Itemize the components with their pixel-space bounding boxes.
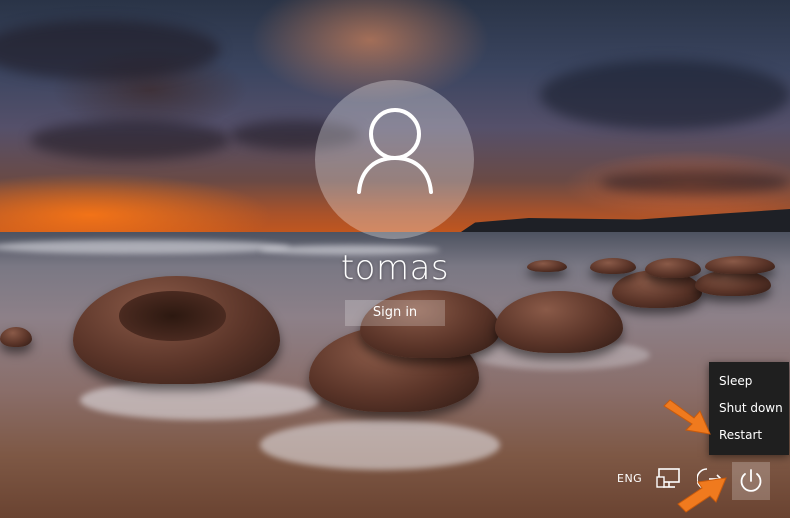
wave-foam [260, 420, 500, 470]
cloud [30, 120, 230, 160]
annotation-arrow-icon [663, 399, 711, 435]
username: tomas [340, 248, 450, 288]
menu-item-shut-down[interactable]: Shut down [709, 395, 789, 422]
power-button[interactable] [732, 462, 770, 500]
menu-item-restart[interactable]: Restart [709, 422, 789, 449]
cloud [600, 170, 790, 195]
power-menu: Sleep Shut down Restart [709, 362, 789, 455]
power-icon [740, 469, 762, 492]
user-avatar [315, 80, 474, 239]
annotation-arrow-icon [677, 477, 727, 513]
language-indicator[interactable]: ENG [617, 472, 642, 485]
wave-foam [80, 380, 320, 420]
user-icon [357, 108, 433, 194]
sign-in-button[interactable]: Sign in [345, 300, 445, 326]
cloud [540, 60, 790, 130]
boulder [0, 327, 32, 347]
menu-item-sleep[interactable]: Sleep [709, 368, 789, 395]
